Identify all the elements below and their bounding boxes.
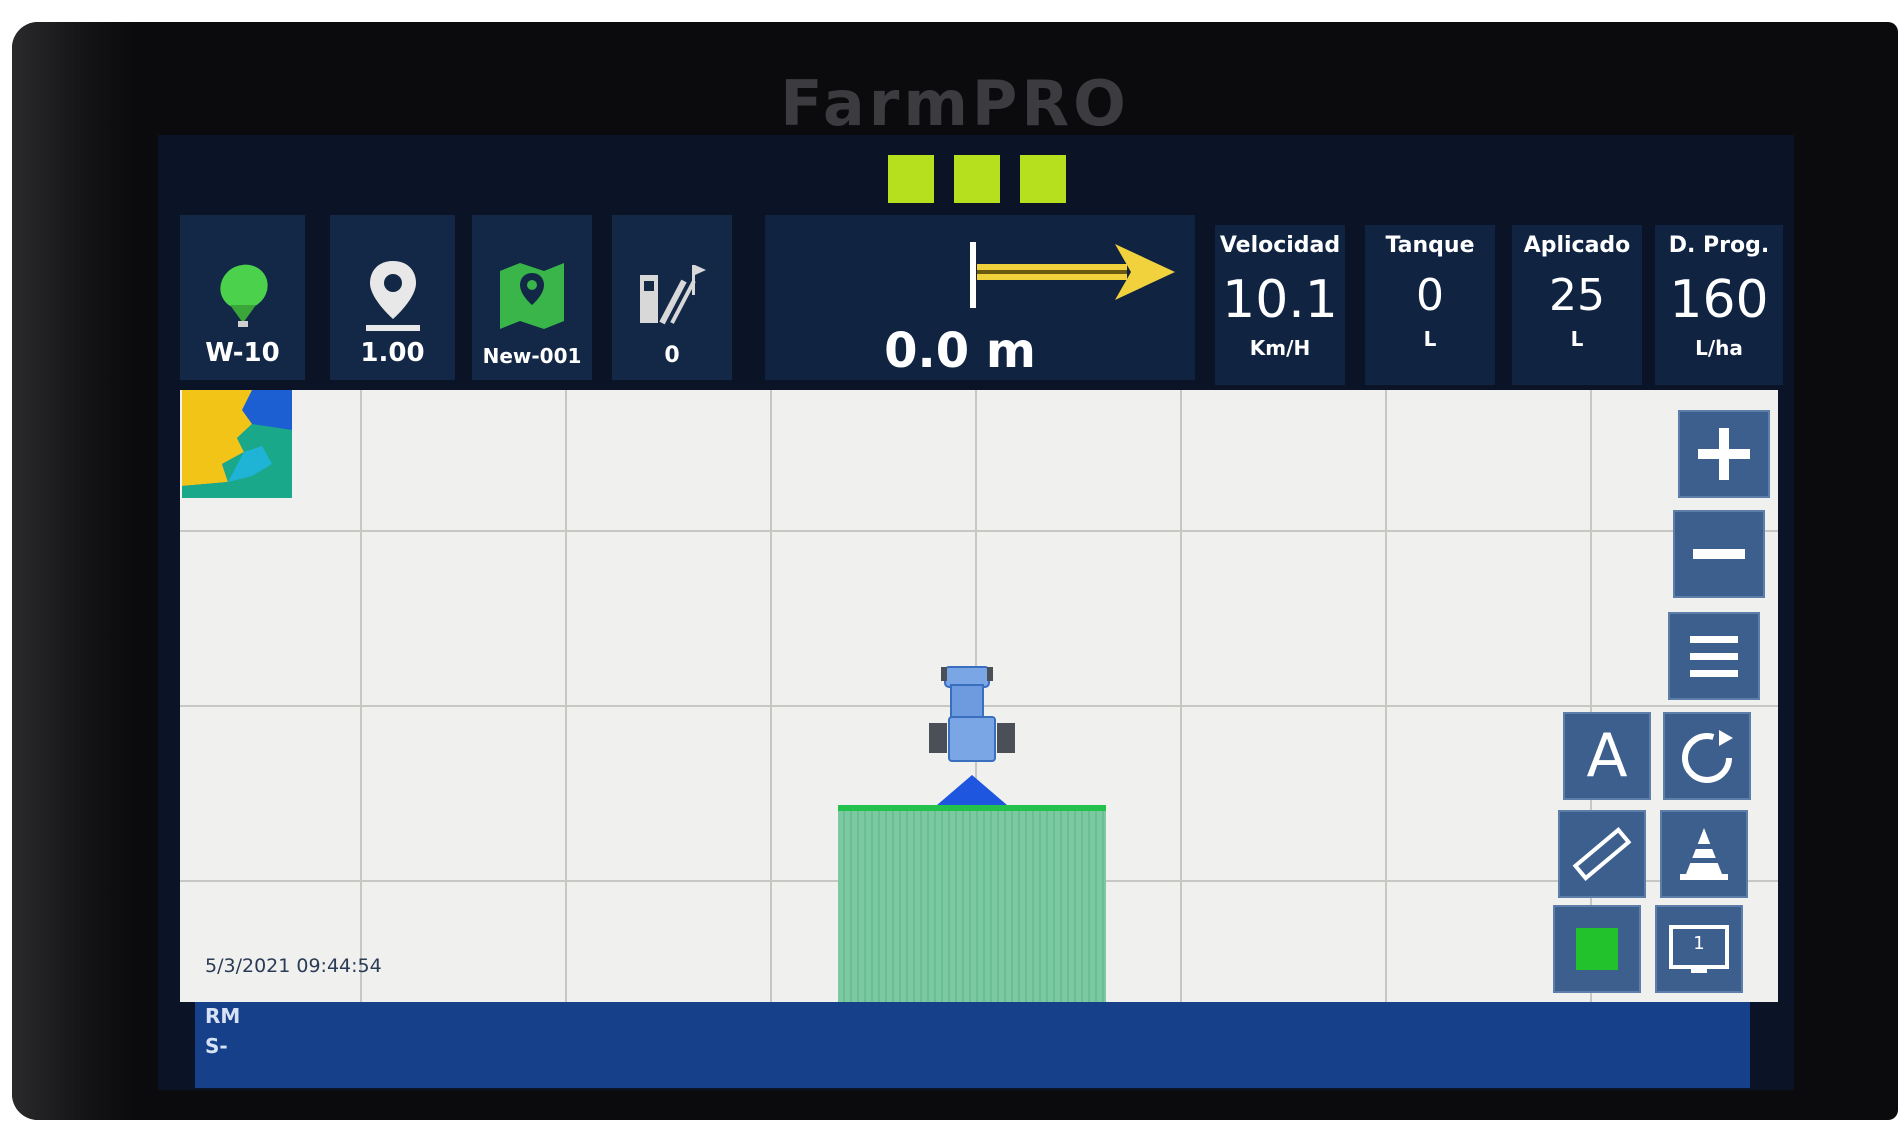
location-label: 1.00 bbox=[360, 338, 425, 368]
hamburger-menu-icon bbox=[1690, 636, 1738, 677]
auto-section-button[interactable]: A bbox=[1563, 712, 1651, 800]
applied-unit: L bbox=[1570, 327, 1584, 351]
rotate-arrow-icon bbox=[1682, 730, 1733, 783]
target-rate-stat: D. Prog. 160 L/ha bbox=[1655, 225, 1783, 385]
guidance-lines-label: 0 bbox=[664, 343, 680, 368]
location-pin-icon bbox=[330, 255, 455, 335]
field-map-icon bbox=[472, 255, 592, 335]
coverage-area bbox=[838, 805, 1106, 1006]
brand-logo: FarmPRO bbox=[780, 67, 1130, 140]
tank-stat: Tanque 0 L bbox=[1365, 225, 1495, 385]
cross-track-distance: 0.0 m bbox=[884, 323, 1036, 379]
menu-button[interactable] bbox=[1668, 612, 1760, 700]
view-perspective-button[interactable] bbox=[1660, 810, 1748, 898]
screen-number: 1 bbox=[1693, 932, 1705, 954]
screen-toggle-button[interactable]: 1 bbox=[1655, 905, 1743, 993]
tank-unit: L bbox=[1423, 327, 1437, 351]
measure-button[interactable] bbox=[1558, 810, 1646, 898]
status-line-2: S- bbox=[205, 1034, 228, 1058]
speed-title: Velocidad bbox=[1219, 233, 1341, 258]
grid-line bbox=[1385, 390, 1387, 1002]
status-indicator bbox=[888, 155, 934, 203]
rotate-view-button[interactable] bbox=[1663, 712, 1751, 800]
applied-value: 25 bbox=[1549, 270, 1605, 321]
zoom-in-button[interactable] bbox=[1678, 410, 1770, 498]
bezel-glare bbox=[12, 22, 132, 1120]
minimap[interactable] bbox=[182, 390, 292, 498]
cone-icon bbox=[1680, 828, 1728, 880]
target-rate-title: D. Prog. bbox=[1668, 233, 1770, 258]
tractor-icon bbox=[929, 666, 1015, 805]
minus-icon bbox=[1693, 549, 1745, 559]
green-square-icon bbox=[1576, 928, 1618, 970]
guidance-panel: 0.0 m bbox=[765, 215, 1195, 380]
timestamp: 5/3/2021 09:44:54 bbox=[205, 955, 382, 977]
target-rate-value: 160 bbox=[1669, 270, 1769, 330]
status-indicator bbox=[954, 155, 1000, 203]
status-indicators bbox=[888, 155, 1066, 203]
location-tile[interactable]: 1.00 bbox=[330, 215, 455, 380]
status-line-1: RM bbox=[205, 1004, 241, 1028]
field-tile[interactable]: New-001 bbox=[472, 215, 592, 380]
tank-title: Tanque bbox=[1385, 233, 1475, 258]
guidance-arrow-icon bbox=[970, 242, 1175, 308]
speed-unit: Km/H bbox=[1249, 336, 1311, 360]
speed-value: 10.1 bbox=[1222, 270, 1338, 330]
field-label: New-001 bbox=[482, 344, 582, 368]
letter-a-icon: A bbox=[1586, 721, 1628, 791]
grid-line bbox=[360, 390, 362, 1002]
plus-icon bbox=[1698, 428, 1750, 480]
gps-tile[interactable]: W-10 bbox=[180, 215, 305, 380]
applied-title: Aplicado bbox=[1523, 233, 1631, 258]
applied-stat: Aplicado 25 L bbox=[1512, 225, 1642, 385]
zoom-out-button[interactable] bbox=[1673, 510, 1765, 598]
grid-line bbox=[770, 390, 772, 1002]
ruler-icon bbox=[1572, 827, 1632, 881]
guidance-lines-icon bbox=[612, 255, 732, 335]
grid-line bbox=[180, 530, 1778, 532]
gps-label: W-10 bbox=[205, 338, 280, 368]
tank-value: 0 bbox=[1416, 270, 1444, 321]
status-indicator bbox=[1020, 155, 1066, 203]
target-rate-unit: L/ha bbox=[1695, 336, 1743, 360]
speed-stat: Velocidad 10.1 Km/H bbox=[1215, 225, 1345, 385]
guidance-lines-tile[interactable]: 0 bbox=[612, 215, 732, 380]
gps-satellite-icon bbox=[180, 255, 305, 335]
grid-line bbox=[1180, 390, 1182, 1002]
status-bar: RM S- bbox=[195, 1002, 1750, 1088]
grid-line bbox=[565, 390, 567, 1002]
section-toggle-button[interactable] bbox=[1553, 905, 1641, 993]
